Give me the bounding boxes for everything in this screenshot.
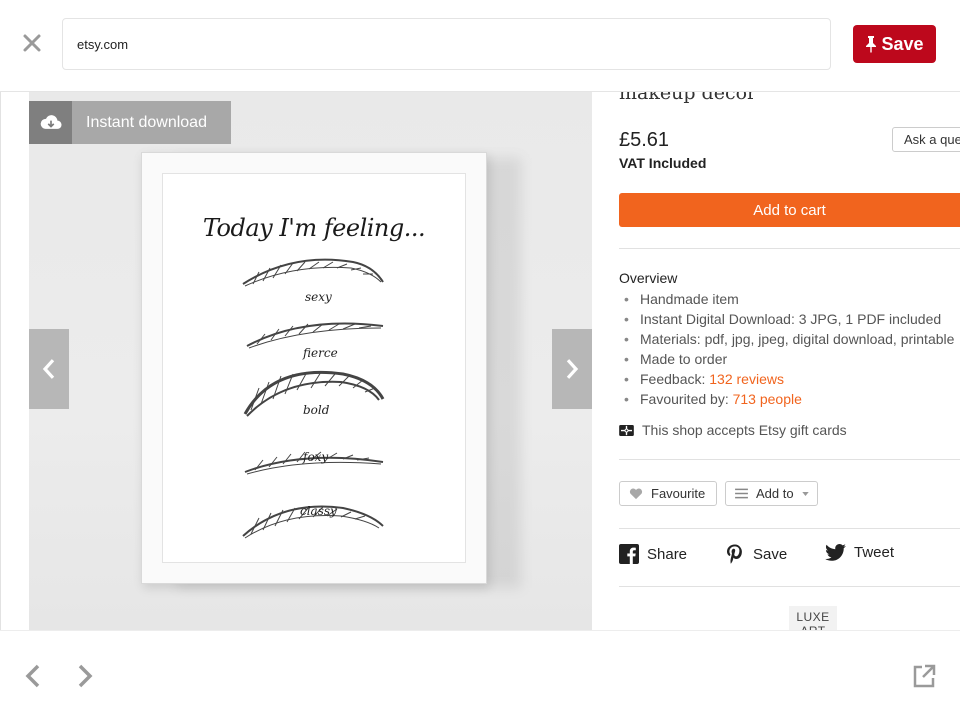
favourited-link[interactable]: 713 people [733, 391, 802, 407]
twitter-icon [825, 544, 846, 561]
cloud-download-icon [29, 101, 72, 144]
save-button[interactable]: Save [853, 25, 936, 63]
pushpin-icon [866, 36, 877, 53]
add-to-cart-button[interactable]: Add to cart [619, 193, 960, 227]
print-word: sexy [305, 290, 332, 304]
vat-note: VAT Included [619, 155, 707, 171]
open-external-button[interactable] [912, 663, 936, 689]
tweet-label: Tweet [854, 544, 895, 561]
heart-icon [629, 488, 643, 499]
share-label: Share [647, 545, 688, 563]
list-icon [735, 488, 748, 499]
overview-list: • Handmade item • Instant Digital Download… [619, 289, 954, 409]
caret-down-icon [801, 491, 809, 496]
pinterest-icon [727, 544, 742, 564]
divider [619, 586, 960, 587]
overview-heading: Overview [619, 270, 678, 286]
list-item: • Feedback: 132 reviews [624, 371, 784, 387]
divider [0, 92, 1, 630]
list-item: • Made to order [624, 351, 728, 367]
url-field[interactable]: etsy.com [62, 18, 831, 70]
pinterest-save-button[interactable]: Save [725, 544, 787, 564]
save-label: Save [881, 33, 924, 54]
ask-question-button[interactable]: Ask a question [892, 127, 960, 152]
image-prev-button[interactable] [29, 329, 69, 409]
favourite-label: Favourite [651, 486, 706, 501]
forward-button[interactable] [72, 663, 96, 689]
gift-card-text: This shop accepts Etsy gift cards [642, 422, 847, 438]
print-word: classy [300, 504, 337, 518]
print-word: bold [303, 403, 330, 417]
print-mat: Today I'm feeling... sexy fierce bold fo… [162, 173, 466, 563]
facebook-share-button[interactable]: Share [619, 544, 687, 564]
list-item: • Instant Digital Download: 3 JPG, 1 PDF … [624, 311, 942, 327]
facebook-icon [619, 544, 639, 564]
chevron-left-icon [25, 664, 40, 688]
picture-frame: Today I'm feeling... sexy fierce bold fo… [141, 152, 487, 584]
chevron-right-icon [566, 359, 579, 379]
product-image[interactable]: Today I'm feeling... sexy fierce bold fo… [29, 92, 592, 630]
gift-card-icon [619, 424, 634, 436]
add-to-label: Add to [756, 486, 794, 501]
gift-card-note: This shop accepts Etsy gift cards [619, 422, 847, 438]
product-title: makeup decor [619, 92, 757, 104]
print-word: fierce [303, 346, 338, 360]
twitter-tweet-button[interactable]: Tweet [825, 544, 894, 561]
back-button[interactable] [22, 663, 46, 689]
divider [619, 248, 960, 249]
instant-download-label: Instant download [86, 113, 207, 131]
print-word: foxy [303, 450, 329, 464]
print-title: Today I'm feeling... [202, 214, 426, 242]
instant-download-badge: Instant download [29, 101, 231, 144]
shop-logo[interactable]: LUXE ART [789, 606, 837, 630]
list-item: • Favourited by: 713 people [624, 391, 802, 407]
list-item: • Handmade item [624, 291, 739, 307]
image-next-button[interactable] [552, 329, 592, 409]
close-icon[interactable] [20, 31, 44, 55]
content-viewport: Today I'm feeling... sexy fierce bold fo… [0, 92, 960, 630]
bottom-bar [0, 630, 960, 720]
divider [619, 459, 960, 460]
list-item: • Materials: pdf, jpg, jpeg, digital down… [624, 331, 955, 347]
url-text: etsy.com [77, 37, 129, 52]
top-bar: etsy.com Save [0, 0, 960, 92]
product-price: £5.61 [619, 129, 670, 151]
divider [619, 528, 960, 529]
share-row: Share Save Tweet [619, 544, 960, 568]
chevron-right-icon [78, 664, 93, 688]
favourite-button[interactable]: Favourite [619, 481, 717, 506]
pin-label: Save [753, 545, 788, 563]
add-to-list-button[interactable]: Add to [725, 481, 818, 506]
chevron-left-icon [42, 359, 55, 379]
product-details: makeup decor £5.61 VAT Included Ask a qu… [619, 92, 960, 630]
reviews-link[interactable]: 132 reviews [709, 371, 784, 387]
external-link-icon [913, 664, 936, 688]
